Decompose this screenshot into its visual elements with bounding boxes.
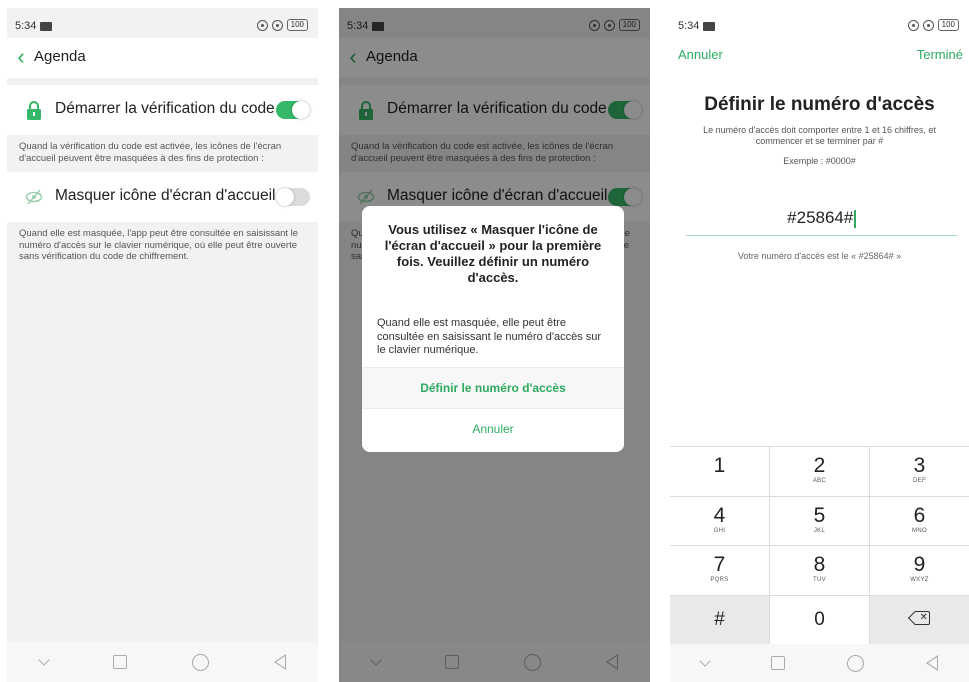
- first-use-dialog: Vous utilisez « Masquer l'icône de l'écr…: [362, 206, 624, 452]
- battery-indicator: 100: [286, 19, 308, 31]
- settings-screen-with-dialog: 5:34 100 ‹ Agenda Démarrer la vérificati…: [339, 8, 650, 682]
- code-verification-description: Quand la vérification du code est activé…: [19, 141, 282, 164]
- access-number-rules: Le numéro d'accès doit comporter entre 1…: [703, 125, 936, 146]
- key-8[interactable]: 8 TUV: [770, 546, 869, 595]
- access-number-screen: 5:34 100 Annuler Terminé Définir le numé…: [670, 8, 969, 682]
- status-time: 5:34: [15, 20, 37, 32]
- dialog-title: Vous utilisez « Masquer l'icône de l'écr…: [384, 222, 602, 285]
- code-verification-row[interactable]: Démarrer la vérification du code: [7, 85, 318, 135]
- chevron-left-icon[interactable]: ‹: [11, 44, 31, 70]
- circle-icon[interactable]: [191, 653, 209, 671]
- status-bar: 5:34 100: [7, 8, 318, 38]
- circle-icon[interactable]: [847, 654, 864, 672]
- code-verification-toggle[interactable]: [276, 101, 310, 119]
- key-4[interactable]: 4 GHI: [670, 496, 769, 545]
- image-notification-icon: [703, 21, 716, 31]
- status-bar: 5:34 100: [670, 8, 969, 38]
- alarm-icon: [271, 19, 283, 31]
- top-bar: ‹ Agenda: [7, 38, 318, 78]
- cancel-button[interactable]: Annuler: [678, 47, 723, 62]
- hide-icon-toggle[interactable]: [276, 188, 310, 206]
- location-icon: [256, 19, 268, 31]
- key-5[interactable]: 5 JKL: [770, 496, 869, 545]
- image-notification-icon: [40, 21, 53, 31]
- status-time: 5:34: [678, 20, 700, 32]
- backspace-icon: ✕: [907, 610, 930, 625]
- navigation-bar: [670, 644, 969, 682]
- key-3[interactable]: 3 DEF: [870, 447, 969, 496]
- dialog-message: Quand elle est masquée, elle peut être c…: [377, 317, 602, 356]
- settings-screen: 5:34 100 ‹ Agenda Démarrer la vérificati…: [7, 8, 318, 682]
- battery-indicator: 100: [937, 19, 959, 31]
- key-9[interactable]: 9 WXYZ: [870, 546, 969, 595]
- dialog-cancel-button[interactable]: Annuler: [362, 408, 624, 449]
- navigation-bar: [7, 642, 318, 682]
- access-number-example: Exemple : #0000#: [783, 156, 856, 166]
- key-7[interactable]: 7 PQRS: [670, 546, 769, 595]
- key-0[interactable]: 0: [770, 595, 869, 644]
- numeric-keypad: 1 2 ABC 3 DEF 4 GHI 5 JKL 6 MNO 7 PQRS 8 TUV 9W…: [670, 446, 969, 644]
- page-title: Définir le numéro d'accès: [704, 94, 935, 115]
- backspace-key[interactable]: ✕: [870, 595, 969, 644]
- lock-icon: [27, 101, 41, 120]
- page-title: Agenda: [34, 48, 86, 65]
- set-access-number-button[interactable]: Définir le numéro d'accès: [362, 367, 624, 408]
- chevron-down-icon[interactable]: [37, 654, 50, 666]
- code-verification-label: Démarrer la vérification du code: [55, 100, 275, 117]
- square-icon[interactable]: [771, 656, 785, 670]
- access-number-value: #25864#: [787, 208, 854, 227]
- eye-slash-icon: [25, 189, 43, 205]
- access-number-hint: Votre numéro d'accès est le « #25864# »: [737, 251, 902, 261]
- alarm-icon: [922, 19, 934, 31]
- hide-icon-description: Quand elle est masquée, l'app peut être …: [19, 228, 299, 263]
- hide-icon-row[interactable]: Masquer icône d'écran d'accueil: [7, 172, 318, 222]
- chevron-down-icon[interactable]: [699, 655, 711, 667]
- square-icon[interactable]: [112, 655, 127, 669]
- key-1[interactable]: 1: [670, 447, 769, 496]
- triangle-back-icon[interactable]: [273, 654, 286, 670]
- text-cursor: [854, 209, 856, 228]
- key-2[interactable]: 2 ABC: [770, 447, 869, 496]
- triangle-back-icon[interactable]: [926, 655, 938, 671]
- location-icon: [907, 19, 919, 31]
- access-number-input[interactable]: #25864#: [686, 200, 957, 236]
- done-button[interactable]: Terminé: [917, 47, 963, 62]
- hide-icon-label: Masquer icône d'écran d'accueil: [55, 187, 276, 204]
- key-6[interactable]: 6 MNO: [870, 496, 969, 545]
- key-hash[interactable]: #: [670, 595, 769, 644]
